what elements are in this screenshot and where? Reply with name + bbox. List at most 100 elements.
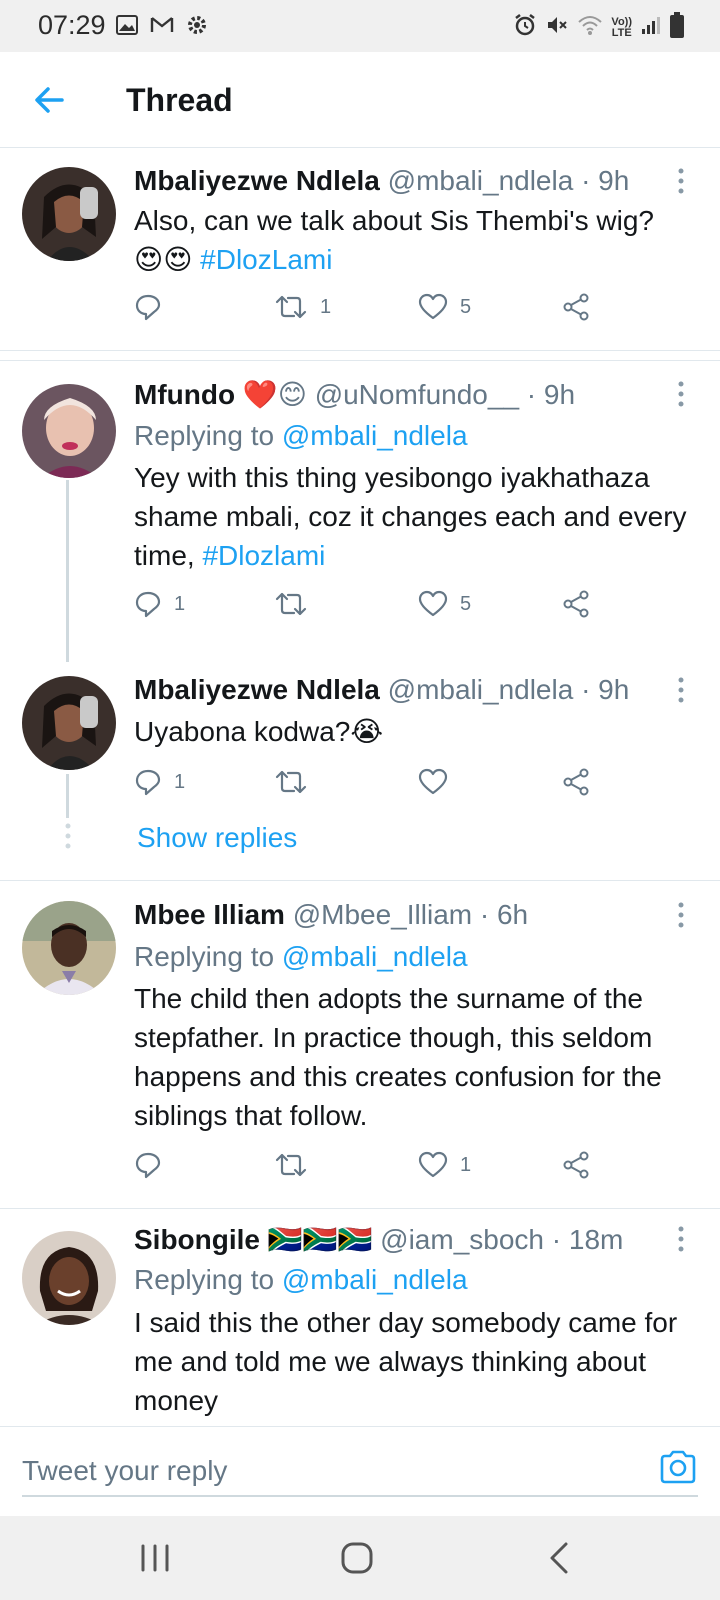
gmail-icon [150,16,174,39]
status-time: 07:29 [38,10,106,40]
author-handle[interactable]: @Mbee_Illiam [293,899,472,930]
share-button[interactable] [562,590,590,618]
tweet[interactable]: Mbaliyezwe Ndlela @mbali_ndlela · 9h Als… [0,149,720,345]
volte-lte-indicator: Vo)) LTE [611,15,632,39]
heart-icon [418,590,448,617]
tweet-time: · 9h [581,674,630,705]
reply-button[interactable]: 1 [134,768,185,796]
avatar[interactable] [22,384,116,478]
arrow-left-icon[interactable] [32,82,68,118]
recent-apps-icon[interactable] [135,1538,175,1578]
more-options-icon[interactable] [676,167,686,195]
share-icon [563,768,589,796]
share-icon [563,590,589,618]
tweet[interactable]: Mbaliyezwe Ndlela @mbali_ndlela · 9h Uya… [0,662,720,880]
reply-button[interactable] [134,1151,174,1179]
tweet-actions: 1 5 [134,590,614,626]
avatar[interactable] [22,676,116,770]
like-button[interactable] [418,768,460,796]
share-button[interactable] [562,1151,590,1179]
more-options-icon[interactable] [676,380,686,408]
author-name[interactable]: Mfundo [134,379,235,410]
heart-icon [418,768,448,795]
tweet-text: Also, can we talk about Sis Thembi's wig… [134,205,654,275]
thread-connector [66,480,69,662]
back-icon[interactable] [540,1538,580,1578]
author-name[interactable]: Sibongile [134,1224,260,1255]
status-left-icons [116,14,208,41]
author-name[interactable]: Mbaliyezwe Ndlela [134,165,380,196]
author-name[interactable]: Mbaliyezwe Ndlela [134,674,380,705]
section-divider [0,350,720,361]
retweet-button[interactable] [274,1151,320,1179]
thread-dots [64,822,72,859]
reply-button[interactable]: 1 [134,590,185,618]
battery-icon [670,12,684,43]
retweet-button[interactable] [274,590,320,618]
page-title: Thread [126,82,233,118]
status-bar: 07:29 Vo)) LTE [0,0,720,52]
like-button[interactable]: 5 [418,293,471,321]
replying-to-handle[interactable]: @mbali_ndlela [282,420,468,451]
avatar[interactable] [22,1231,116,1325]
author-handle[interactable]: @mbali_ndlela [388,165,574,196]
tweet-time: · 9h [581,165,630,196]
tweet[interactable]: Sibongile 🇿🇦🇿🇦🇿🇦 @iam_sboch · 18m Replyi… [0,1209,720,1426]
system-nav-bar [0,1516,720,1600]
retweet-button[interactable] [274,768,320,796]
retweet-button[interactable]: 1 [274,293,331,321]
reply-button[interactable] [134,293,174,321]
more-options-icon[interactable] [676,1225,686,1253]
tweet-header: Mbee Illiam @Mbee_Illiam · 6h [134,899,528,931]
tweet-time: · 9h [526,379,576,410]
heart-icon [418,293,448,320]
status-right-icons: Vo)) LTE [513,12,684,43]
author-handle[interactable]: @uNomfundo__ [315,379,519,410]
replying-to-handle[interactable]: @mbali_ndlela [282,941,468,972]
share-button[interactable] [562,293,590,321]
tweet-actions: 1 [134,768,614,804]
tweet-time: · 6h [479,899,529,930]
tweet-header: Mbaliyezwe Ndlela @mbali_ndlela · 9h [134,165,629,197]
author-name[interactable]: Mbee Illiam [134,899,285,930]
tweet-actions: 1 5 [134,293,614,329]
name-emoji: ❤️😊 [242,379,307,410]
signal-icon [640,14,662,41]
tweet-header: Mbaliyezwe Ndlela @mbali_ndlela · 9h [134,674,629,706]
tweet[interactable]: Mbee Illiam @Mbee_Illiam · 6h Replying t… [0,881,720,1207]
author-handle[interactable]: @iam_sboch [380,1224,544,1255]
image-icon [116,15,138,40]
tweet-text: The child then adopts the surname of the… [134,983,662,1131]
tweet-reply-input[interactable] [22,1447,698,1497]
reply-composer [0,1426,720,1516]
thread-header: Thread [0,52,720,148]
tweet-text: I said this the other day somebody came … [134,1307,678,1416]
tweet-header: Mfundo ❤️😊 @uNomfundo__ · 9h [134,378,575,411]
like-button[interactable]: 5 [418,590,471,618]
show-replies-link[interactable]: Show replies [137,822,297,854]
settings-gear-icon [186,14,208,41]
mute-icon [545,13,569,42]
like-button[interactable]: 1 [418,1151,471,1179]
name-emoji: 🇿🇦🇿🇦🇿🇦 [267,1224,373,1255]
tweet-actions: 1 [134,1151,614,1187]
share-icon [563,293,589,321]
share-button[interactable] [562,768,590,796]
tweet-header: Sibongile 🇿🇦🇿🇦🇿🇦 @iam_sboch · 18m [134,1223,623,1256]
tweet[interactable]: Mfundo ❤️😊 @uNomfundo__ · 9h Replying to… [0,362,720,662]
replying-to: Replying to @mbali_ndlela [134,1264,468,1295]
more-options-icon[interactable] [676,676,686,704]
alarm-icon [513,13,537,42]
tweet-time: · 18m [551,1224,624,1255]
author-handle[interactable]: @mbali_ndlela [388,674,574,705]
hashtag-link[interactable]: #Dlozlami [202,540,325,571]
hashtag-link[interactable]: #DlozLami [200,244,332,275]
avatar[interactable] [22,167,116,261]
home-icon[interactable] [337,1538,377,1578]
tweet-text: Uyabona kodwa?😭 [134,716,384,747]
camera-icon[interactable] [658,1447,698,1487]
replying-to-handle[interactable]: @mbali_ndlela [282,1264,468,1295]
reply-icon [135,591,161,618]
avatar[interactable] [22,901,116,995]
more-options-icon[interactable] [676,901,686,929]
